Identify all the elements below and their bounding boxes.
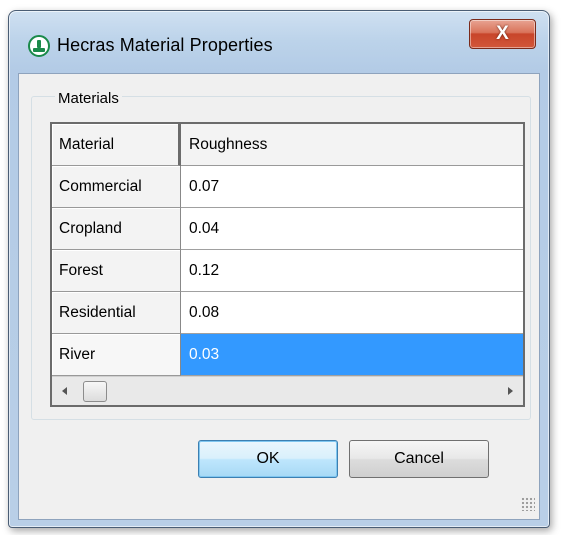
window-title: Hecras Material Properties bbox=[57, 35, 273, 55]
horizontal-scrollbar[interactable] bbox=[52, 376, 523, 405]
resize-grip-icon[interactable] bbox=[521, 497, 535, 511]
row-header-material[interactable]: Cropland bbox=[52, 208, 181, 250]
title-bar[interactable]: Hecras Material Properties X bbox=[9, 11, 549, 73]
roughness-cell-selected[interactable]: 0.03 bbox=[181, 334, 523, 376]
materials-groupbox-label: Materials bbox=[55, 90, 122, 107]
column-header-roughness[interactable]: Roughness bbox=[181, 124, 523, 166]
row-header-material[interactable]: Residential bbox=[52, 292, 181, 334]
scrollbar-thumb[interactable] bbox=[83, 381, 107, 402]
table-row-selected[interactable]: River 0.03 bbox=[52, 334, 523, 377]
roughness-cell[interactable]: 0.08 bbox=[181, 292, 523, 334]
grid-header-row: Material Roughness bbox=[52, 124, 523, 167]
roughness-cell[interactable]: 0.12 bbox=[181, 250, 523, 292]
ok-button[interactable]: OK bbox=[198, 440, 338, 478]
cancel-button[interactable]: Cancel bbox=[349, 440, 489, 478]
row-header-material[interactable]: River bbox=[52, 334, 181, 376]
row-header-material[interactable]: Forest bbox=[52, 250, 181, 292]
materials-grid[interactable]: Material Roughness Commercial 0.07 Cropl… bbox=[50, 122, 525, 407]
column-header-material[interactable]: Material bbox=[52, 124, 181, 166]
scroll-left-arrow-icon[interactable] bbox=[62, 387, 67, 395]
table-row[interactable]: Commercial 0.07 bbox=[52, 166, 523, 209]
roughness-cell[interactable]: 0.07 bbox=[181, 166, 523, 208]
table-row[interactable]: Residential 0.08 bbox=[52, 292, 523, 335]
hecras-app-icon bbox=[28, 35, 50, 57]
roughness-cell[interactable]: 0.04 bbox=[181, 208, 523, 250]
row-header-material[interactable]: Commercial bbox=[52, 166, 181, 208]
table-row[interactable]: Forest 0.12 bbox=[52, 250, 523, 293]
close-button[interactable]: X bbox=[469, 19, 536, 49]
close-icon: X bbox=[496, 23, 509, 44]
scroll-right-arrow-icon[interactable] bbox=[508, 387, 513, 395]
table-row[interactable]: Cropland 0.04 bbox=[52, 208, 523, 251]
